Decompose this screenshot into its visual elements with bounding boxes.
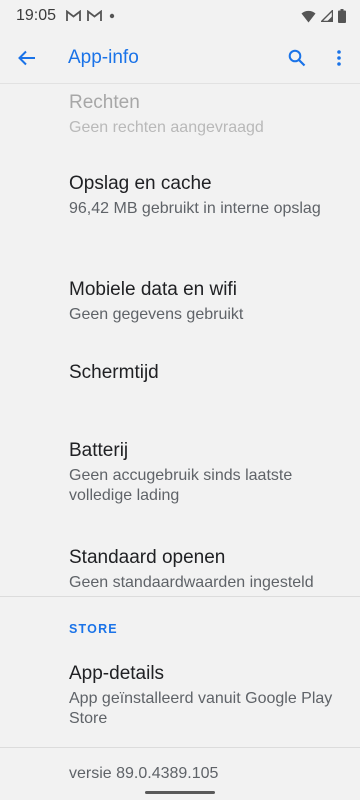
list-item-battery[interactable]: Batterij Geen accugebruik sinds laatste …: [0, 413, 360, 514]
section-header-store: STORE: [69, 622, 118, 636]
status-bar: 19:05: [0, 0, 360, 32]
search-icon: [288, 49, 306, 66]
search-button[interactable]: [276, 32, 318, 84]
item-title: Schermtijd: [69, 362, 159, 383]
item-title: App-details: [69, 663, 165, 684]
settings-list: Rechten Geen rechten aangevraagd Opslag …: [0, 84, 360, 783]
list-item-storage[interactable]: Opslag en cache 96,42 MB gebruikt in int…: [0, 146, 360, 251]
item-title: Mobiele data en wifi: [69, 279, 237, 300]
app-version: versie 89.0.4389.105: [69, 765, 219, 782]
gesture-nav-handle[interactable]: [145, 791, 215, 794]
more-options-button[interactable]: [318, 32, 360, 84]
gmail-icon: [87, 10, 102, 21]
arrow-back-icon: [18, 50, 35, 65]
item-title: Standaard openen: [69, 547, 226, 568]
item-subtitle: Geen gegevens gebruikt: [69, 306, 244, 323]
page-title: App-info: [68, 46, 139, 68]
list-item-open-by-default[interactable]: Standaard openen Geen standaardwaarden i…: [0, 514, 360, 596]
gmail-icon: [66, 10, 81, 21]
more-vert-icon: [337, 49, 341, 66]
system-icons: [301, 9, 346, 23]
signal-icon: [321, 10, 333, 22]
list-item-app-details[interactable]: App-details App geïnstalleerd vanuit Goo…: [0, 651, 360, 747]
item-subtitle: Geen standaardwaarden ingesteld: [69, 574, 314, 591]
item-subtitle: Geen accugebruik sinds laatste volledige…: [69, 467, 293, 504]
list-item-screen-time[interactable]: Schermtijd: [0, 333, 360, 413]
notification-dot-icon: [109, 13, 115, 19]
back-button[interactable]: [0, 32, 54, 84]
item-title: Opslag en cache: [69, 173, 212, 194]
app-bar: App-info: [0, 32, 360, 84]
status-time: 19:05: [16, 7, 57, 24]
item-subtitle: Geen rechten aangevraagd: [69, 119, 264, 136]
item-title: Rechten: [69, 92, 140, 113]
notification-icons: [66, 10, 116, 22]
item-title: Batterij: [69, 440, 129, 461]
list-item-permissions: Rechten Geen rechten aangevraagd: [0, 84, 360, 146]
battery-icon: [338, 9, 346, 23]
wifi-icon: [301, 10, 316, 22]
item-subtitle: App geïnstalleerd vanuit Google Play Sto…: [69, 690, 333, 727]
list-item-mobile-data[interactable]: Mobiele data en wifi Geen gegevens gebru…: [0, 251, 360, 333]
item-subtitle: 96,42 MB gebruikt in interne opslag: [69, 200, 321, 217]
